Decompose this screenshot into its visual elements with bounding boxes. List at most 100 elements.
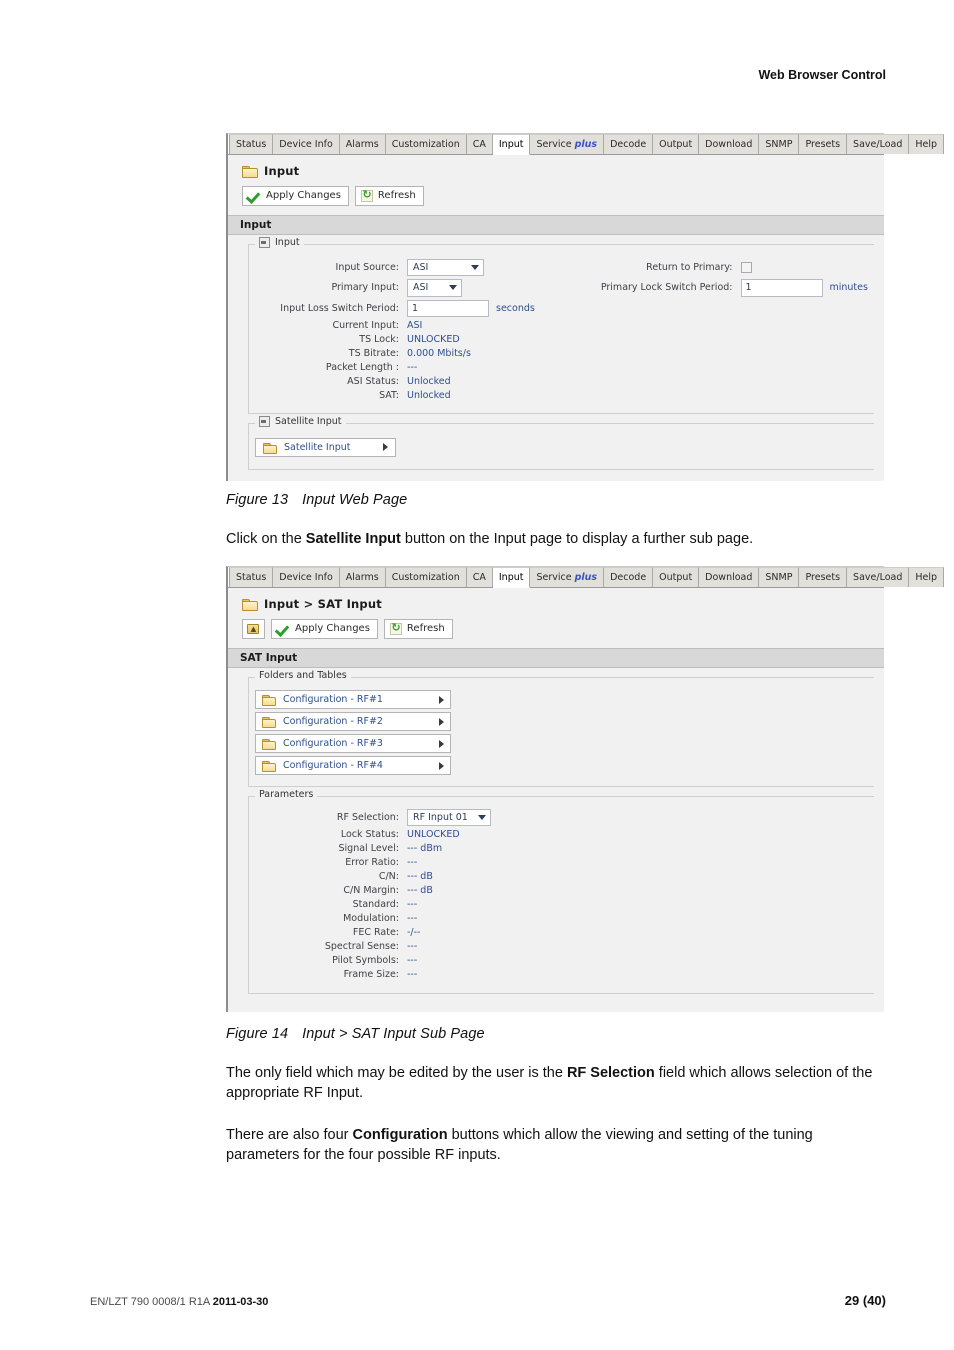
rf-selection-cell: RF Input 01 bbox=[407, 807, 874, 827]
tab-ca[interactable]: CA bbox=[466, 134, 493, 154]
apply-changes-button[interactable]: Apply Changes bbox=[242, 186, 349, 206]
folders-and-tables-fieldset: Folders and Tables Configuration - RF#1 … bbox=[248, 670, 874, 787]
configuration-rf3-button[interactable]: Configuration - RF#3 bbox=[255, 734, 451, 753]
tab-label: Alarms bbox=[345, 571, 379, 583]
tab-decode[interactable]: Decode bbox=[604, 134, 654, 154]
satellite-input-button[interactable]: Satellite Input bbox=[255, 437, 396, 457]
parameter-value: --- dBm bbox=[407, 842, 443, 854]
tab-label-suffix: plus bbox=[574, 138, 598, 150]
parameter-row: C/N Margin: --- dB bbox=[249, 883, 874, 897]
primary-input-select[interactable]: ASI bbox=[407, 279, 462, 297]
folder-icon bbox=[262, 716, 276, 728]
figure-14-screenshot: Status Device Info Alarms Customization … bbox=[226, 566, 945, 1012]
collapse-icon[interactable] bbox=[259, 415, 270, 427]
tab-label: Decode bbox=[610, 138, 647, 150]
parameter-value: --- bbox=[407, 940, 418, 952]
navigate-up-button[interactable] bbox=[242, 619, 265, 639]
parameter-value: --- bbox=[407, 968, 418, 980]
input-fieldset-legend: Input bbox=[255, 237, 304, 248]
configuration-label: Configuration - RF#3 bbox=[283, 738, 383, 749]
tab-save-load[interactable]: Save/Load bbox=[847, 567, 910, 587]
toolbar: Apply Changes Refresh bbox=[228, 186, 884, 215]
tab-presets[interactable]: Presets bbox=[799, 134, 848, 154]
satellite-fieldset-legend: Satellite Input bbox=[255, 415, 346, 427]
input-source-select[interactable]: ASI bbox=[407, 259, 484, 277]
tab-status[interactable]: Status bbox=[229, 134, 274, 154]
figure-title: Input > SAT Input Sub Page bbox=[302, 1026, 485, 1042]
tab-device-info[interactable]: Device Info bbox=[273, 134, 340, 154]
primary-input-label: Primary Input: bbox=[331, 282, 399, 294]
tab-help[interactable]: Help bbox=[909, 134, 945, 154]
primary-lock-switch-period-input[interactable]: 1 bbox=[740, 279, 823, 297]
tab-decode[interactable]: Decode bbox=[604, 567, 654, 587]
tab-output[interactable]: Output bbox=[653, 567, 700, 587]
configuration-label: Configuration - RF#4 bbox=[283, 760, 383, 771]
status-value: --- bbox=[407, 362, 418, 374]
tab-label: SNMP bbox=[765, 138, 793, 150]
page-number: 29 (40) bbox=[844, 1293, 886, 1308]
tab-input[interactable]: Input bbox=[492, 134, 531, 155]
tab-alarms[interactable]: Alarms bbox=[339, 134, 386, 154]
tab-service-plus[interactable]: Service plus bbox=[530, 567, 605, 587]
folder-icon bbox=[263, 442, 277, 454]
checkmark-icon bbox=[248, 190, 261, 202]
refresh-button[interactable]: Refresh bbox=[383, 619, 453, 639]
tab-label: Alarms bbox=[345, 138, 379, 150]
tab-alarms[interactable]: Alarms bbox=[339, 567, 386, 587]
section-title: SAT Input bbox=[240, 652, 298, 664]
tab-save-load[interactable]: Save/Load bbox=[847, 134, 910, 154]
paragraph-rf-selection: The only field which may be edited by th… bbox=[226, 1064, 886, 1103]
tab-service-plus[interactable]: Service plus bbox=[530, 134, 605, 154]
tab-label: Input bbox=[498, 571, 524, 583]
tab-presets[interactable]: Presets bbox=[799, 567, 848, 587]
configuration-rf1-button[interactable]: Configuration - RF#1 bbox=[255, 690, 451, 709]
parameter-value: --- bbox=[407, 856, 418, 868]
primary-lock-switch-period-unit: minutes bbox=[829, 282, 868, 294]
apply-changes-button[interactable]: Apply Changes bbox=[271, 619, 378, 639]
input-loss-switch-period-input[interactable]: 1 bbox=[407, 299, 489, 317]
chevron-down-icon bbox=[449, 285, 457, 291]
tab-label: Save/Load bbox=[853, 138, 903, 150]
status-label: ASI Status: bbox=[347, 376, 399, 388]
parameter-label: Modulation: bbox=[343, 912, 399, 924]
header-title: Web Browser Control bbox=[758, 68, 886, 82]
figure-13-screenshot: Status Device Info Alarms Customization … bbox=[226, 133, 945, 481]
parameter-value: --- dB bbox=[407, 870, 433, 882]
tab-ca[interactable]: CA bbox=[466, 567, 493, 587]
arrow-right-icon bbox=[439, 717, 444, 726]
return-to-primary-checkbox[interactable] bbox=[740, 262, 752, 274]
parameter-label: Spectral Sense: bbox=[324, 940, 399, 952]
tab-snmp[interactable]: SNMP bbox=[759, 567, 800, 587]
collapse-icon[interactable] bbox=[259, 237, 270, 248]
status-label: Packet Length : bbox=[325, 362, 399, 374]
folder-button-list: Configuration - RF#1 Configuration - RF#… bbox=[255, 690, 874, 775]
input-fieldset: Input Input Source: ASI Return to Primar… bbox=[248, 237, 874, 414]
parameter-value: --- dB bbox=[407, 884, 433, 896]
parameter-row: Pilot Symbols: --- bbox=[249, 953, 874, 967]
tab-download[interactable]: Download bbox=[699, 567, 760, 587]
tab-help[interactable]: Help bbox=[909, 567, 945, 587]
parameter-row: Error Ratio: --- bbox=[249, 855, 874, 869]
doc-id: EN/LZT 790 0008/1 R1A bbox=[90, 1296, 210, 1308]
tab-customization[interactable]: Customization bbox=[385, 134, 467, 154]
tab-label: Customization bbox=[391, 571, 460, 583]
configuration-rf2-button[interactable]: Configuration - RF#2 bbox=[255, 712, 451, 731]
tab-output[interactable]: Output bbox=[653, 134, 700, 154]
tab-download[interactable]: Download bbox=[699, 134, 760, 154]
up-folder-icon bbox=[247, 623, 260, 636]
tab-device-info[interactable]: Device Info bbox=[273, 567, 340, 587]
tab-customization[interactable]: Customization bbox=[385, 567, 467, 587]
rf-selection-select[interactable]: RF Input 01 bbox=[407, 808, 491, 826]
parameter-label: Frame Size: bbox=[343, 968, 399, 980]
tab-status[interactable]: Status bbox=[229, 567, 274, 587]
parameter-value: --- bbox=[407, 898, 418, 910]
toolbar: Apply Changes Refresh bbox=[228, 619, 884, 648]
tab-input[interactable]: Input bbox=[492, 567, 531, 588]
configuration-rf4-button[interactable]: Configuration - RF#4 bbox=[255, 756, 451, 775]
tab-label: Customization bbox=[391, 138, 460, 150]
refresh-button[interactable]: Refresh bbox=[354, 186, 424, 206]
tab-snmp[interactable]: SNMP bbox=[759, 134, 800, 154]
refresh-label: Refresh bbox=[377, 190, 416, 201]
tab-label: Presets bbox=[805, 571, 841, 583]
figure-number: Figure 14 bbox=[226, 1026, 289, 1042]
